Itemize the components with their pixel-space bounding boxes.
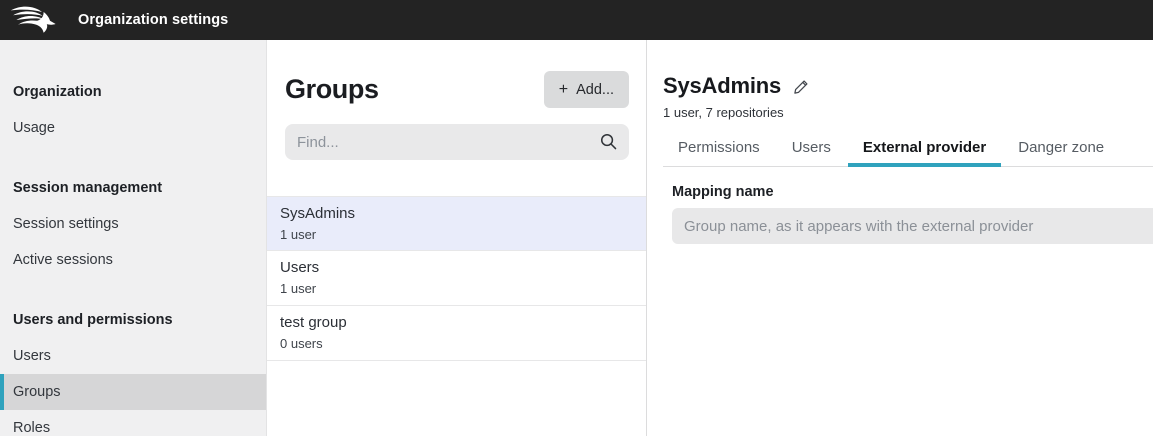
group-name: Users: [280, 259, 628, 276]
group-row-sysadmins[interactable]: SysAdmins 1 user: [267, 196, 646, 251]
add-group-button-label: Add...: [576, 82, 614, 98]
tab-danger-zone[interactable]: Danger zone: [1003, 134, 1119, 166]
tab-users[interactable]: Users: [777, 134, 846, 166]
sidebar-section-session-management: Session management Session settings Acti…: [0, 170, 266, 278]
tab-external-provider[interactable]: External provider: [848, 134, 1001, 166]
detail-tabs: Permissions Users External provider Dang…: [663, 134, 1153, 167]
search-icon: [599, 132, 618, 151]
mapping-name-label: Mapping name: [672, 184, 1153, 200]
group-row-test-group[interactable]: test group 0 users: [267, 306, 646, 361]
sidebar-item-session-settings[interactable]: Session settings: [0, 206, 266, 242]
sidebar-header-organization: Organization: [0, 74, 266, 110]
edit-pencil-icon[interactable]: [793, 79, 809, 95]
groups-panel: Groups + Add... SysAdmins 1 user Users 1…: [267, 40, 647, 436]
sidebar-item-users[interactable]: Users: [0, 338, 266, 374]
sidebar: Organization Usage Session management Se…: [0, 40, 267, 436]
sidebar-header-session-management: Session management: [0, 170, 266, 206]
tab-permissions[interactable]: Permissions: [663, 134, 775, 166]
sidebar-section-organization: Organization Usage: [0, 74, 266, 146]
group-row-users[interactable]: Users 1 user: [267, 251, 646, 306]
group-list: SysAdmins 1 user Users 1 user test group…: [267, 196, 646, 361]
group-detail-subtitle: 1 user, 7 repositories: [663, 105, 1153, 120]
sidebar-item-active-sessions[interactable]: Active sessions: [0, 242, 266, 278]
sidebar-section-users-permissions: Users and permissions Users Groups Roles: [0, 302, 266, 436]
groups-panel-title: Groups: [285, 74, 379, 105]
external-provider-form: Mapping name: [663, 184, 1153, 244]
add-group-button[interactable]: + Add...: [544, 71, 629, 108]
group-detail-title: SysAdmins: [663, 73, 781, 99]
plus-icon: +: [559, 82, 568, 98]
group-search-input[interactable]: [285, 124, 629, 160]
group-search: [285, 124, 629, 160]
sidebar-item-usage[interactable]: Usage: [0, 110, 266, 146]
group-name: test group: [280, 314, 628, 331]
group-meta: 0 users: [280, 336, 628, 351]
group-meta: 1 user: [280, 281, 628, 296]
sidebar-item-groups[interactable]: Groups: [0, 374, 266, 410]
crowdstrike-falcon-logo[interactable]: [10, 4, 58, 36]
group-name: SysAdmins: [280, 205, 628, 222]
mapping-name-input[interactable]: [672, 208, 1153, 244]
topbar: Organization settings: [0, 0, 1153, 40]
group-meta: 1 user: [280, 227, 628, 242]
page-title: Organization settings: [78, 12, 228, 28]
sidebar-header-users-permissions: Users and permissions: [0, 302, 266, 338]
sidebar-item-roles[interactable]: Roles: [0, 410, 266, 436]
group-detail-panel: SysAdmins 1 user, 7 repositories Permiss…: [647, 40, 1153, 436]
